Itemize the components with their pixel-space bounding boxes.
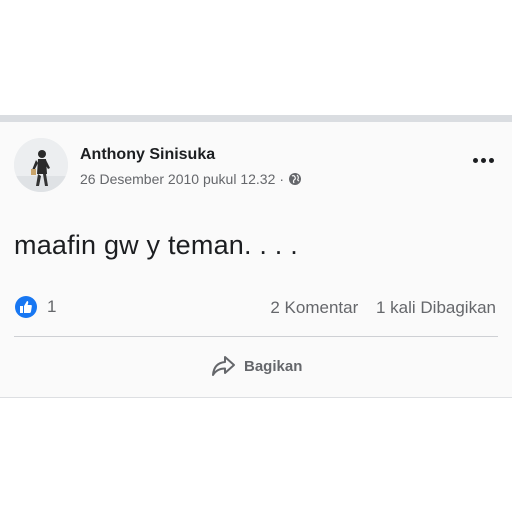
- post-text: maafin gw y teman. . . .: [14, 230, 298, 260]
- more-dot-icon: [488, 157, 494, 163]
- globe-icon[interactable]: [288, 172, 302, 186]
- post-meta: 26 Desember 2010 pukul 12.32 ·: [80, 171, 302, 187]
- author-name[interactable]: Anthony Sinisuka: [80, 146, 215, 164]
- comments-count-link[interactable]: 2 Komentar: [270, 298, 358, 317]
- meta-separator: ·: [279, 171, 285, 187]
- avatar[interactable]: [14, 138, 68, 192]
- more-dot-icon: [472, 157, 478, 163]
- more-dot-icon: [480, 157, 486, 163]
- shares-count-link[interactable]: 1 kali Dibagikan: [376, 298, 496, 317]
- share-button[interactable]: Bagikan: [210, 354, 302, 378]
- post-timestamp[interactable]: 26 Desember 2010 pukul 12.32: [80, 171, 275, 187]
- reaction-summary[interactable]: 1: [15, 296, 56, 318]
- action-divider: [14, 336, 498, 337]
- share-icon: [212, 356, 235, 376]
- more-options-button[interactable]: [468, 148, 498, 172]
- like-icon: [15, 296, 37, 318]
- share-button-label: Bagikan: [244, 357, 303, 375]
- feed-divider: [0, 115, 512, 122]
- engagement-stats: 2 Komentar 1 kali Dibagikan: [270, 298, 496, 318]
- reaction-count: 1: [47, 297, 57, 316]
- post-bottom-border: [0, 397, 512, 398]
